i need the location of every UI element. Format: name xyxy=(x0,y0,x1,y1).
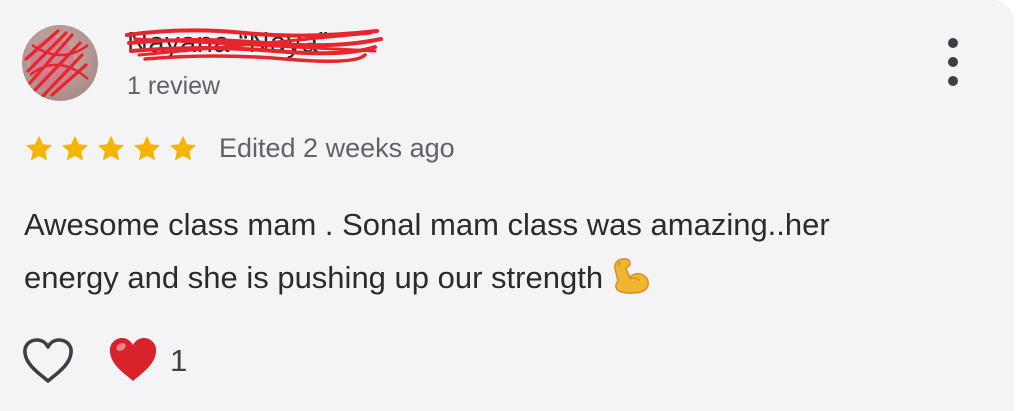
vertical-dots-icon xyxy=(948,38,958,48)
star-icon xyxy=(62,135,88,161)
star-icon xyxy=(98,135,124,161)
star-icon xyxy=(134,135,160,161)
reaction-count: 1 xyxy=(170,343,188,378)
star-icon xyxy=(170,135,196,161)
review-body: Awesome class mam . Sonal mam class was … xyxy=(24,198,1004,304)
heart-outline-icon[interactable] xyxy=(20,336,76,386)
avatar[interactable] xyxy=(22,25,98,101)
star-rating xyxy=(23,133,199,165)
review-timestamp: Edited 2 weeks ago xyxy=(219,133,455,163)
redaction-scribble-avatar xyxy=(24,29,89,99)
review-count: 1 review xyxy=(127,72,221,100)
reviewer-name[interactable]: Nayana “Naya” xyxy=(125,21,385,65)
review-text-line-2: energy and she is pushing up our strengt… xyxy=(24,251,1004,304)
more-options-button[interactable] xyxy=(938,38,968,86)
star-icon xyxy=(26,135,52,161)
vertical-dots-icon-dot xyxy=(948,57,958,67)
review-text-line-1: Awesome class mam . Sonal mam class was … xyxy=(24,207,830,242)
flexed-biceps-icon xyxy=(614,258,649,294)
redaction-scribble-name xyxy=(125,28,383,63)
review-card: Nayana “Naya” 1 review Edited 2 weeks ag… xyxy=(0,0,1014,411)
review-text-line-2-text: energy and she is pushing up our strengt… xyxy=(24,260,604,295)
vertical-dots-icon-dot xyxy=(948,76,958,86)
red-heart-icon[interactable] xyxy=(107,336,159,384)
